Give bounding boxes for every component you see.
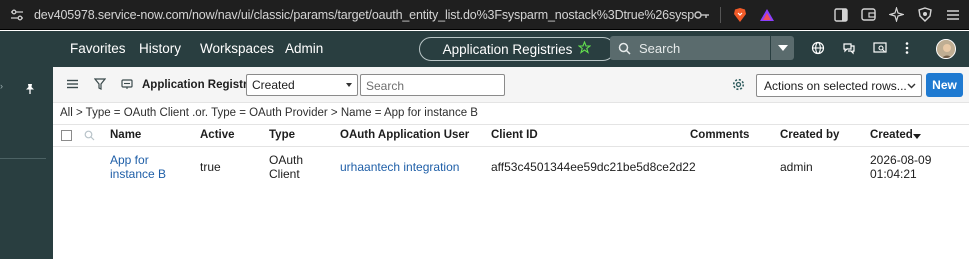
site-settings-icon[interactable] bbox=[10, 9, 26, 21]
list-view-icon[interactable] bbox=[121, 78, 133, 93]
column-header-active[interactable]: Active bbox=[200, 129, 235, 141]
actions-select-label: Actions on selected rows... bbox=[764, 79, 907, 93]
menu-favorites[interactable]: Favorites bbox=[70, 41, 126, 56]
collapse-edge-icon[interactable]: › bbox=[0, 81, 4, 93]
filter-field-value: Created bbox=[252, 78, 295, 92]
filter-field-select[interactable]: Created bbox=[246, 74, 358, 96]
column-search-icon[interactable] bbox=[84, 130, 95, 144]
column-header-comments[interactable]: Comments bbox=[690, 129, 749, 141]
browser-menu-icon[interactable] bbox=[944, 6, 961, 23]
global-search-input[interactable]: Search bbox=[610, 36, 770, 60]
created-cell: 2026-08-09 01:04:21 bbox=[870, 153, 931, 181]
menu-admin[interactable]: Admin bbox=[285, 41, 323, 56]
brave-rewards-icon[interactable] bbox=[758, 6, 775, 23]
menu-workspaces[interactable]: Workspaces bbox=[200, 41, 274, 56]
created-time: 01:04:21 bbox=[870, 167, 917, 181]
sort-descending-icon[interactable] bbox=[913, 131, 921, 143]
column-header-oauth-user[interactable]: OAuth Application User bbox=[340, 129, 469, 141]
actions-select[interactable]: Actions on selected rows... bbox=[756, 74, 922, 97]
globe-icon[interactable] bbox=[811, 41, 825, 58]
url-text[interactable]: dev405978.service-now.com/now/nav/ui/cla… bbox=[34, 8, 694, 22]
column-header-created-by[interactable]: Created by bbox=[780, 129, 839, 141]
type-line: OAuth bbox=[269, 153, 304, 167]
settings-gear-icon[interactable] bbox=[732, 78, 745, 94]
created-by-cell: admin bbox=[780, 160, 813, 174]
type-line: Client bbox=[269, 167, 300, 181]
table-header: Name Active Type OAuth Application User … bbox=[53, 124, 969, 147]
list-search-placeholder: Search bbox=[366, 79, 405, 93]
app-header: Favorites History Workspaces Admin Appli… bbox=[53, 31, 969, 67]
list-toolbar: Application Registries Created Search Ac… bbox=[53, 67, 969, 103]
left-navigation-panel: › bbox=[0, 31, 53, 259]
list-search-input[interactable]: Search bbox=[360, 74, 505, 96]
column-header-name[interactable]: Name bbox=[110, 129, 141, 141]
browser-address-bar: dev405978.service-now.com/now/nav/ui/cla… bbox=[0, 0, 969, 30]
type-cell: OAuth Client bbox=[269, 153, 303, 181]
filter-icon[interactable] bbox=[93, 78, 107, 93]
search-scope-dropdown[interactable] bbox=[770, 36, 794, 60]
record-name-line: App for bbox=[110, 153, 149, 167]
list-menu-icon[interactable] bbox=[67, 78, 78, 92]
column-header-type[interactable]: Type bbox=[269, 129, 295, 141]
app-title-pill[interactable]: Application Registries bbox=[419, 37, 615, 61]
caret-down-icon bbox=[346, 83, 352, 87]
new-button[interactable]: New bbox=[926, 73, 963, 97]
chevron-down-icon bbox=[907, 79, 916, 93]
user-avatar[interactable] bbox=[936, 39, 956, 59]
chat-icon[interactable] bbox=[842, 41, 856, 58]
record-name-link[interactable]: App for instance B bbox=[110, 153, 166, 181]
select-all-checkbox[interactable] bbox=[61, 130, 72, 141]
nav-divider bbox=[0, 158, 46, 159]
chevron-down-icon bbox=[777, 45, 788, 51]
sidebar-toggle-icon[interactable] bbox=[832, 6, 849, 23]
app-title: Application Registries bbox=[442, 41, 573, 57]
search-icon bbox=[618, 42, 631, 55]
screen-search-icon[interactable] bbox=[873, 41, 887, 58]
more-vertical-icon[interactable] bbox=[905, 41, 909, 58]
key-icon[interactable] bbox=[693, 6, 710, 23]
brave-shield-icon[interactable] bbox=[731, 6, 748, 23]
column-header-client-id[interactable]: Client ID bbox=[491, 129, 538, 141]
created-date: 2026-08-09 bbox=[870, 153, 932, 167]
client-id-cell: aff53c4501344ee59dc21be5d8ce2d22 bbox=[491, 160, 696, 174]
pin-icon[interactable] bbox=[24, 83, 36, 98]
active-cell: true bbox=[200, 160, 221, 174]
record-name-line: instance B bbox=[110, 167, 167, 181]
vpn-shield-icon[interactable] bbox=[916, 6, 933, 23]
filter-breadcrumb[interactable]: All > Type = OAuth Client .or. Type = OA… bbox=[60, 107, 478, 119]
menu-history[interactable]: History bbox=[139, 41, 181, 56]
wallet-icon[interactable] bbox=[860, 6, 877, 23]
leo-ai-icon[interactable] bbox=[888, 6, 905, 23]
favorite-star-icon[interactable] bbox=[577, 40, 593, 57]
global-search-placeholder: Search bbox=[639, 40, 681, 56]
oauth-user-link[interactable]: urhaantech integration bbox=[340, 160, 459, 174]
column-header-created[interactable]: Created bbox=[870, 129, 913, 141]
